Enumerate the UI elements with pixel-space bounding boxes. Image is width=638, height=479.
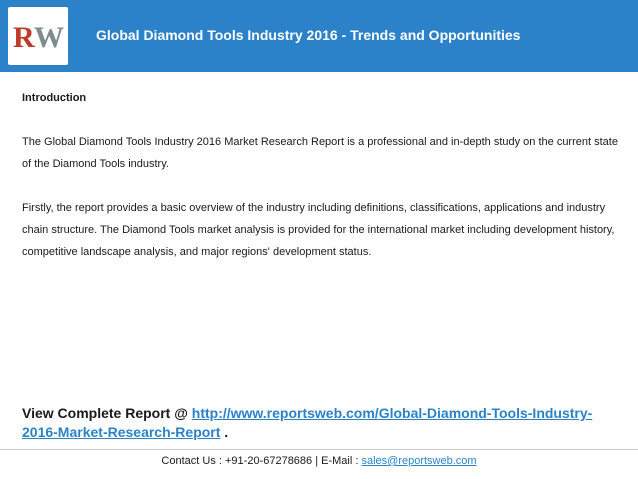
view-report-callout: View Complete Report @ http://www.report…	[22, 404, 622, 442]
overview-paragraph: Firstly, the report provides a basic ove…	[22, 202, 615, 258]
email-link[interactable]: sales@reportsweb.com	[361, 455, 476, 467]
contact-text: Contact Us : +91-20-67278686 | E-Mail :	[161, 455, 362, 467]
reportsweb-logo[interactable]: R W	[8, 7, 68, 65]
section-heading: Introduction	[22, 92, 87, 104]
cta-prefix: View Complete Report @	[22, 405, 192, 421]
intro-paragraph: The Global Diamond Tools Industry 2016 M…	[22, 136, 618, 170]
footer-divider	[0, 449, 638, 450]
cta-suffix: .	[220, 424, 229, 440]
contact-line: Contact Us : +91-20-67278686 | E-Mail : …	[0, 455, 638, 467]
svg-text:W: W	[34, 21, 64, 54]
page-title: Global Diamond Tools Industry 2016 - Tre…	[96, 27, 521, 43]
rw-logo-icon: R W	[13, 21, 64, 54]
svg-text:R: R	[13, 21, 35, 54]
header-banner: R W Global Diamond Tools Industry 2016 -…	[0, 0, 638, 72]
